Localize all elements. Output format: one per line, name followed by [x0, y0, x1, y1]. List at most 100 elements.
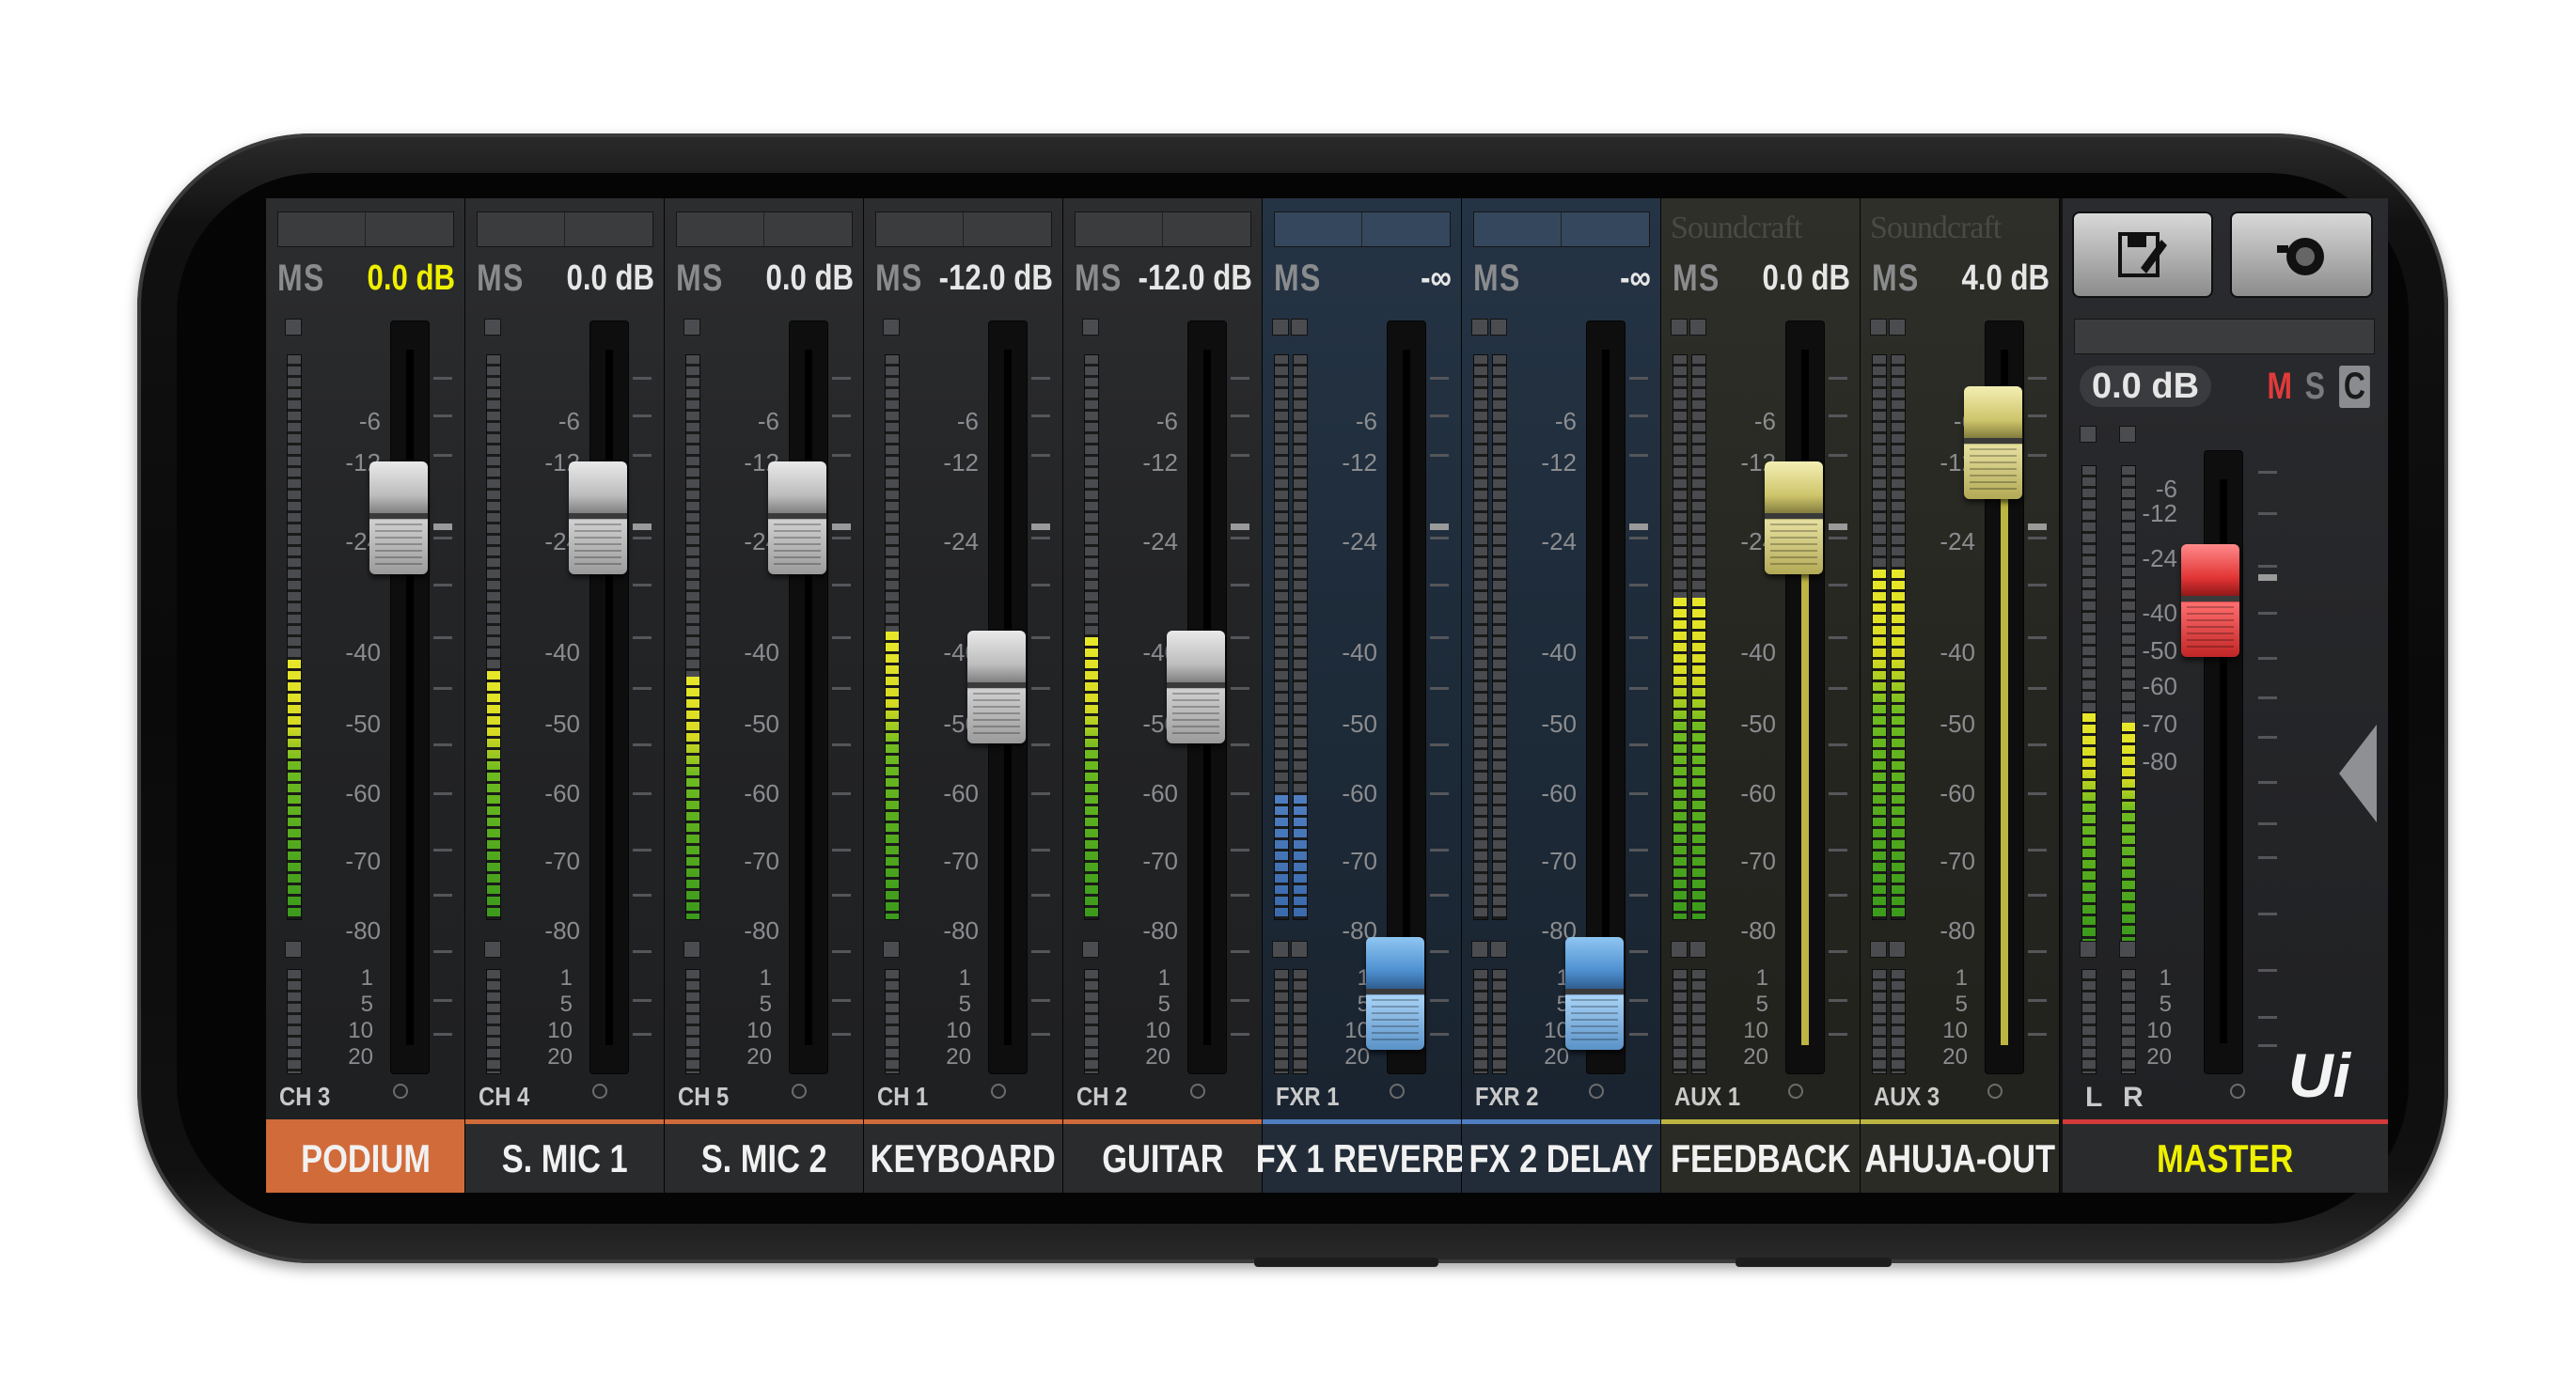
master-fader-knob[interactable] [2181, 544, 2239, 657]
solo-button[interactable]: S [1300, 258, 1321, 300]
signal-led [285, 319, 302, 336]
low-scale: 1 5 10 20 [524, 198, 573, 1193]
solo-button[interactable]: S [1898, 258, 1919, 300]
channel-knob[interactable] [1589, 1084, 1604, 1099]
signal-led [1291, 319, 1308, 336]
master-led-l [2080, 426, 2097, 443]
channel-knob[interactable] [1788, 1084, 1803, 1099]
channel-name-bar[interactable]: KEYBOARD [864, 1119, 1062, 1193]
master-name-bar[interactable]: MASTER [2063, 1119, 2388, 1193]
low-scale: 1 5 10 20 [1720, 198, 1768, 1193]
fader-send-fill [2001, 444, 2008, 1045]
channel-strip: M S -∞ -6 -12 -24 -40 -50 -60 -70 -80 1 5 10 20 FXR … [1256, 198, 1468, 1193]
channel-name: PODIUM [300, 1135, 431, 1180]
solo-button[interactable]: S [1500, 258, 1520, 300]
fader-knob[interactable] [369, 461, 428, 574]
low-meter [287, 969, 302, 1074]
solo-button[interactable]: S [702, 258, 723, 300]
fader-knob[interactable] [967, 631, 1026, 743]
channel-knob[interactable] [1987, 1084, 2003, 1099]
fader-track[interactable] [589, 320, 629, 1074]
fader-knob[interactable] [1565, 937, 1624, 1050]
low-meter [1473, 969, 1488, 1074]
master-left-label: L [2085, 1082, 2103, 1113]
fader-ticks [1629, 198, 1650, 1193]
channel-name-bar[interactable]: PODIUM [266, 1119, 464, 1193]
fader-knob[interactable] [768, 461, 826, 574]
clip-led [1671, 941, 1688, 958]
mute-button[interactable]: M [676, 258, 701, 300]
master-clip-l [2080, 941, 2097, 958]
level-meter-fill [1873, 570, 1886, 919]
low-scale-label: 5 [958, 992, 971, 1017]
solo-button[interactable]: S [902, 258, 922, 300]
low-scale-label: 20 [946, 1044, 971, 1070]
mute-button[interactable]: M [1473, 258, 1499, 300]
channel-name-bar[interactable]: AHUJA-OUT [1861, 1119, 2059, 1193]
channel-knob[interactable] [1390, 1084, 1405, 1099]
mute-button[interactable]: M [1673, 258, 1698, 300]
channel-name: FX 1 REVERB [1255, 1135, 1469, 1180]
channel-name-bar[interactable]: FX 2 DELAY [1462, 1119, 1660, 1193]
low-meter [1492, 969, 1507, 1074]
solo-button[interactable]: S [304, 258, 324, 300]
left-arrow-icon[interactable] [2339, 725, 2377, 822]
level-meter [287, 354, 302, 920]
fader-track[interactable] [390, 320, 430, 1074]
fader-track[interactable] [1785, 320, 1825, 1074]
channel-strip: M S -12.0 dB -6 -12 -24 -40 -50 -60 -70 -80 1 5 10… [1063, 198, 1263, 1193]
channel-knob[interactable] [991, 1084, 1006, 1099]
clip-led [1082, 941, 1099, 958]
ms-buttons: M S [676, 255, 729, 302]
fader-knob[interactable] [1765, 461, 1823, 574]
fader-ticks [433, 198, 454, 1193]
level-meter [486, 354, 501, 920]
channel-knob[interactable] [792, 1084, 807, 1099]
master-ticks [2258, 198, 2279, 1193]
channel-knob[interactable] [592, 1084, 607, 1099]
fader-knob[interactable] [1964, 386, 2022, 499]
channel-id: CH 4 [479, 1082, 530, 1111]
mute-button[interactable]: M [875, 258, 901, 300]
low-scale: 1 5 10 20 [1919, 198, 1968, 1193]
mute-button[interactable]: M [277, 258, 303, 300]
master-low-meter-l [2081, 969, 2097, 1074]
mute-button[interactable]: M [477, 258, 502, 300]
signal-led [683, 319, 700, 336]
fader-ticks [1031, 198, 1052, 1193]
signal-led [1671, 319, 1688, 336]
low-scale-label: 10 [1145, 1018, 1170, 1043]
solo-button[interactable]: S [1699, 258, 1720, 300]
master-low-scale-label: 5 [2159, 992, 2172, 1017]
low-scale-label: 20 [1942, 1044, 1968, 1070]
clip-led [883, 941, 900, 958]
fader-knob[interactable] [1167, 631, 1225, 743]
snapshot-button[interactable] [2230, 211, 2373, 298]
solo-button[interactable]: S [1101, 258, 1122, 300]
master-solo-button[interactable]: S [2305, 366, 2325, 408]
channel-id: CH 1 [877, 1082, 929, 1111]
channel-knob[interactable] [1190, 1084, 1205, 1099]
channel-name-bar[interactable]: FEEDBACK [1661, 1119, 1860, 1193]
low-scale-label: 5 [759, 992, 772, 1017]
master-low-scale-label: 10 [2146, 1018, 2172, 1043]
master-low-scale: 1 5 10 20 [2112, 198, 2172, 1193]
signal-led [1889, 319, 1906, 336]
fader-knob[interactable] [569, 461, 627, 574]
mute-button[interactable]: M [1274, 258, 1299, 300]
solo-button[interactable]: S [503, 258, 524, 300]
channel-name-bar[interactable]: FX 1 REVERB [1256, 1119, 1468, 1193]
channel-name-bar[interactable]: S. MIC 2 [665, 1119, 863, 1193]
master-knob[interactable] [2230, 1084, 2245, 1099]
channel-name-bar[interactable]: S. MIC 1 [465, 1119, 664, 1193]
fader-knob[interactable] [1366, 937, 1424, 1050]
fader-track[interactable] [789, 320, 828, 1074]
master-clear-button[interactable]: C [2339, 366, 2370, 408]
mute-button[interactable]: M [1075, 258, 1100, 300]
mute-button[interactable]: M [1872, 258, 1897, 300]
signal-led [1082, 319, 1099, 336]
low-scale-label: 1 [958, 965, 971, 991]
channel-name-bar[interactable]: GUITAR [1063, 1119, 1262, 1193]
level-meter [1084, 354, 1099, 920]
channel-knob[interactable] [393, 1084, 408, 1099]
